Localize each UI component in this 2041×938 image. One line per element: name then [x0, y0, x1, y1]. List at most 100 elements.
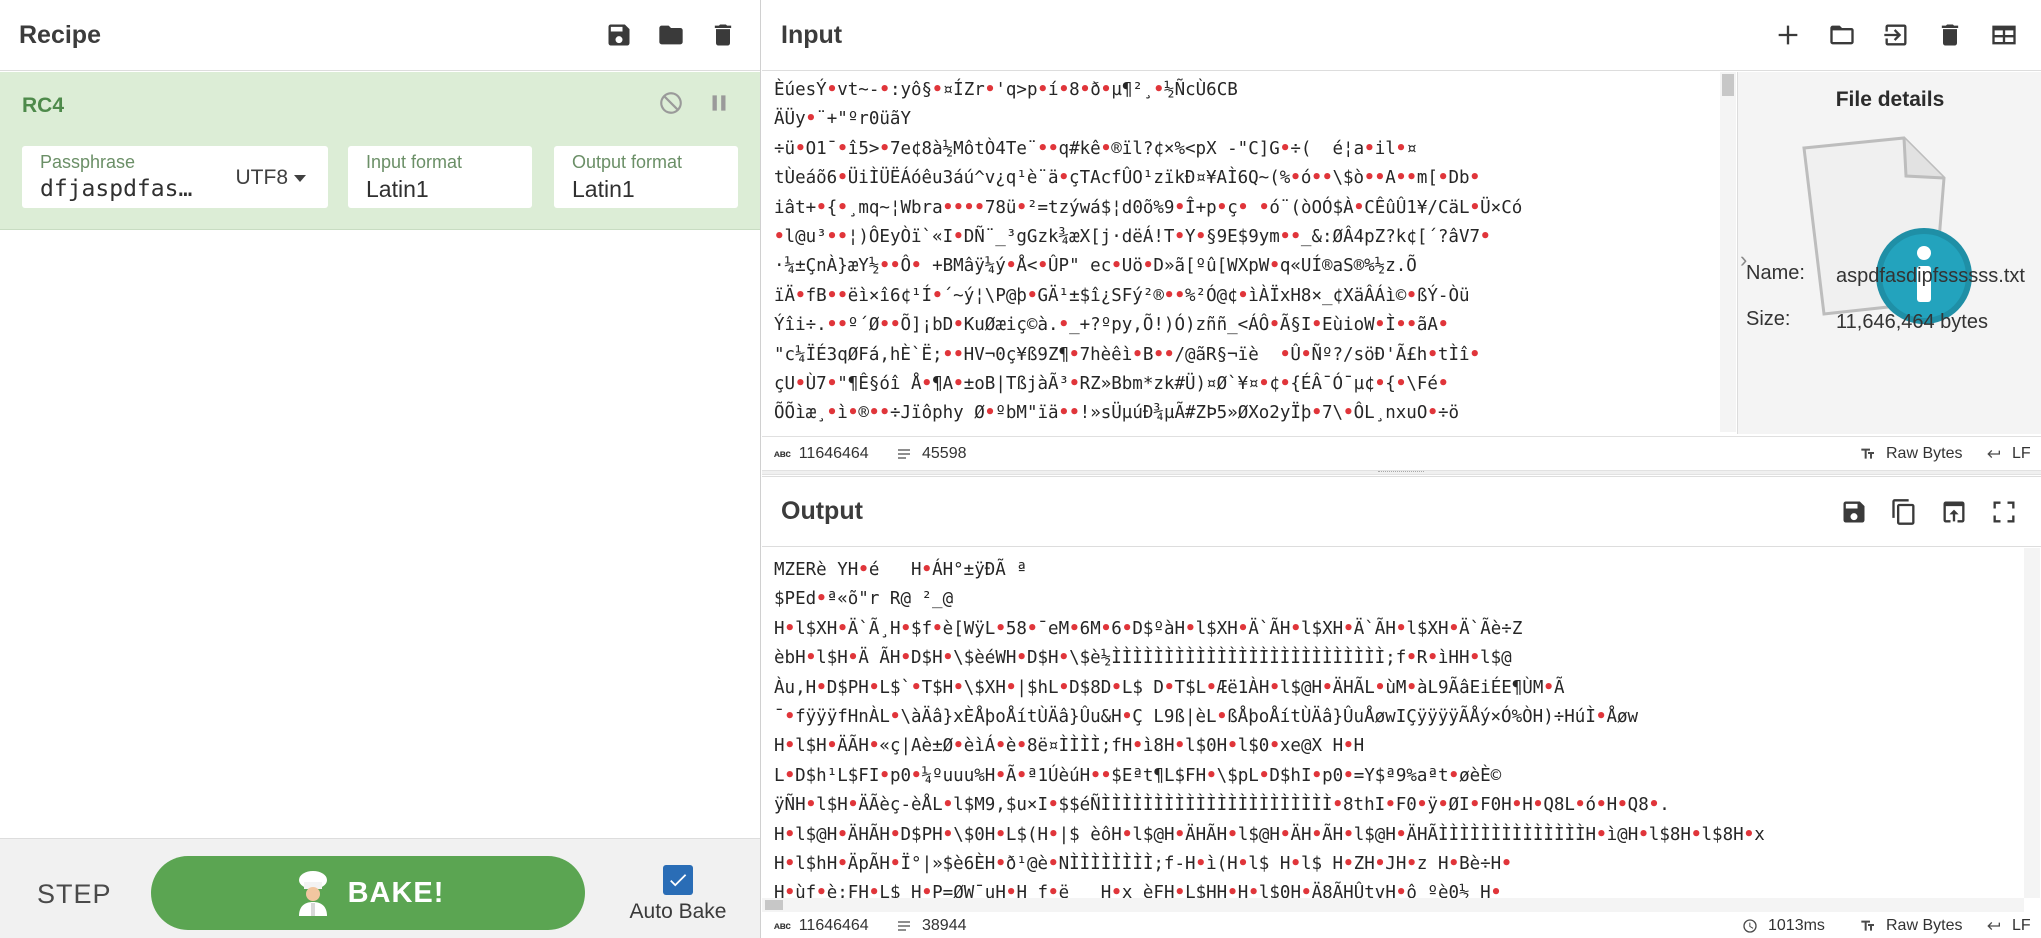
input-length-indicator: ᴀʙᴄ 11646464	[774, 445, 869, 463]
input-text-line: Ýîi÷.••º´Ø••Õ]¡bD•KuØæiç©à.•_+?ºpy,Õ!)Ó)…	[774, 315, 1449, 336]
input-length-value: 11646464	[798, 445, 869, 462]
length-icon: ᴀʙᴄ	[774, 920, 791, 932]
file-details-pane: › File details Name: aspdfasdipfssssss.t…	[1737, 72, 2041, 434]
file-name-value: aspdfasdipfssssss.txt	[1836, 265, 2025, 287]
save-output-icon[interactable]	[1839, 497, 1869, 527]
rc4-operation[interactable]: RC4 Passphrase dfjaspdfas… UTF8 Input fo…	[0, 72, 760, 230]
output-status-bar: ᴀʙᴄ 11646464 38944 1013ms Raw Bytes LF	[762, 913, 2041, 938]
input-text-line: iât+•{•¸mq~¦Wbra••••78ü•²=tzýwá$¦d0õ%9•Î…	[774, 197, 1523, 218]
input-panel: Input ÈúesÝ•vt~-•:yô§•¤ÍZr•'q>p•í•8•ð•µ¶…	[762, 0, 2041, 470]
passphrase-input[interactable]: dfjaspdfas…	[40, 176, 192, 202]
input-encoding-label: Raw Bytes	[1886, 445, 1963, 462]
file-info-icon	[1802, 136, 1972, 324]
text-format-icon	[1861, 448, 1874, 459]
operation-controls	[658, 90, 732, 121]
input-header: Input	[762, 0, 2041, 71]
input-text-line: "c¼ÏÉ3qØFá,hÈ`Ë;••HV¬0ç¥ß9Z¶•7hèêì•B••/@…	[774, 344, 1481, 365]
input-format-label: Input format	[366, 152, 463, 172]
output-encoding-label: Raw Bytes	[1886, 917, 1963, 934]
input-text-line: ÈúesÝ•vt~-•:yô§•¤ÍZr•'q>p•í•8•ð•µ¶²¸•½Ñc…	[774, 80, 1238, 100]
add-tab-plus-icon[interactable]	[1773, 20, 1803, 50]
resize-grip[interactable]	[1378, 471, 1424, 474]
disable-operation-icon[interactable]	[658, 90, 684, 121]
open-file-input-icon[interactable]	[1881, 20, 1911, 50]
output-textarea[interactable]: MZERè YH•é H•ÁH°±ÿÐÃ ª $PEd•ª«õ"r R@ ²_@ H…	[762, 548, 2021, 898]
copy-output-icon[interactable]	[1889, 497, 1919, 527]
return-arrow-icon	[1987, 922, 2000, 930]
output-format-select[interactable]: Latin1	[572, 176, 635, 203]
input-lines-indicator: 45598	[894, 445, 967, 463]
save-recipe-icon[interactable]	[604, 20, 634, 50]
output-text-line: L•D$h¹L$FI•p0•¼ºuuu%H•Ã•ª1ÚèúH••$Eªt¶L$F…	[774, 765, 1502, 786]
file-name-label: Name:	[1746, 262, 1805, 284]
output-panel: Output MZERè YH•é H•ÁH°±ÿÐÃ ª $PEd•ª«õ"r …	[762, 476, 2041, 938]
input-lines-value: 45598	[922, 445, 967, 462]
input-title: Input	[781, 20, 843, 49]
output-text-line: èbH•l$H•Ä ÃH•D$H•\$èéWH•D$H•\$è½ÌÌÌÌÌÌÌÌ…	[774, 648, 1512, 669]
load-recipe-folder-icon[interactable]	[656, 20, 686, 50]
output-text-line: H•ùf•è;FH•L$ H•P=ØW¯uH•H f•ë H•x èFH•L$H…	[774, 883, 1502, 898]
output-text-line: H•l$H•ÄÃH•«ç|Aè±Ø•èìÁ•è•8ë¤ÌÌÌÌ;fH•ì8H•l…	[774, 736, 1365, 757]
input-eol-label: LF	[2012, 445, 2031, 462]
output-format-field[interactable]: Output format Latin1	[554, 146, 738, 208]
output-length-indicator: ᴀʙᴄ 11646464	[774, 917, 869, 935]
auto-bake-checkbox[interactable]	[663, 865, 693, 895]
output-title: Output	[781, 497, 863, 525]
input-format-select[interactable]: Latin1	[366, 176, 429, 203]
input-text-line: •l@u³••¦)ÔEyÒï`«I•DÑ¨_³gGzk¾æX[j·dëÁ!T•Y…	[774, 227, 1491, 248]
passphrase-field[interactable]: Passphrase dfjaspdfas… UTF8	[22, 146, 328, 208]
input-textarea[interactable]: ÈúesÝ•vt~-•:yô§•¤ÍZr•'q>p•í•8•ð•µ¶²¸•½Ñc…	[762, 72, 1728, 432]
output-vertical-scrollbar[interactable]	[2024, 548, 2040, 898]
pause-breakpoint-icon[interactable]	[706, 90, 732, 121]
output-text-line: ¯•fÿÿÿfHnÀL•\àÄâ}xÈÅþoÅítÙÄâ}Ûu&H•Ç L9ß|…	[774, 707, 1639, 728]
output-length-value: 11646464	[798, 917, 869, 934]
output-encoding-button[interactable]: Raw Bytes	[1858, 917, 1962, 935]
input-scroll-thumb[interactable]	[1722, 74, 1734, 96]
clear-recipe-trash-icon[interactable]	[708, 20, 738, 50]
output-text-line: $PEd•ª«õ"r R@ ²_@	[774, 589, 954, 610]
input-scrollbar[interactable]	[1720, 72, 1736, 432]
replace-input-with-output-icon[interactable]	[1939, 497, 1969, 527]
checkmark-icon	[670, 874, 687, 887]
output-text-line: ÿÑH•l$H•ÄÃèç-èÅL•l$M9,$u×I•$$éÑÌÌÌÌÌÌÌÌÌ…	[774, 795, 1670, 816]
output-horizontal-scrollbar[interactable]	[762, 898, 2024, 912]
open-folder-icon[interactable]	[1827, 20, 1857, 50]
output-lines-indicator: 38944	[894, 917, 967, 935]
output-text-line: H•l$XH•Ä`Ã¸H•$f•è[WÿL•58•¯eM•6M•6•D$ºàH•…	[774, 618, 1523, 639]
clear-input-trash-icon[interactable]	[1935, 20, 1965, 50]
input-status-bar: ᴀʙᴄ 11646464 45598 Raw Bytes LF	[762, 436, 2041, 470]
recipe-toolbar	[604, 20, 760, 50]
file-size-label: Size:	[1746, 308, 1791, 330]
output-lines-value: 38944	[922, 917, 967, 934]
recipe-footer: STEP BAKE! Auto Bake	[0, 838, 760, 938]
lines-icon	[898, 449, 910, 459]
input-format-field[interactable]: Input format Latin1	[348, 146, 532, 208]
output-eol-label: LF	[2012, 917, 2031, 934]
output-text-line: MZERè YH•é H•ÁH°±ÿÐÃ ª	[774, 560, 1027, 580]
panel-resize-handle[interactable]	[762, 470, 2041, 475]
auto-bake-label: Auto Bake	[629, 900, 727, 923]
input-encoding-button[interactable]: Raw Bytes	[1858, 445, 1962, 463]
input-text-line: ïÄ•fB••ëì×î6¢¹Í•´~ý¦\P@þ•GÄ¹±$î¿SFý²®••%…	[774, 285, 1470, 306]
input-text-line: ÕÕìæ¸•ì•®••÷Jïôphy Ø•ºbM"ïä••!»sÜµúÐ¾µÃ#…	[774, 403, 1460, 424]
input-text-line: tÙeáõ6•ÜiÌÜËÁóêu3áú^v¿q¹è¨ä•çTAcfÛO¹zïkÐ…	[774, 168, 1481, 189]
output-eol-button[interactable]: LF	[1984, 917, 2031, 935]
bake-label: BAKE!	[347, 876, 445, 909]
output-scroll-thumb[interactable]	[765, 900, 783, 910]
return-arrow-icon	[1987, 450, 2000, 458]
step-button[interactable]: STEP	[37, 879, 112, 910]
output-text-line: H•l$@H•ÄHÃH•D$PH•\$0H•L$(H•|$ èôH•l$@H•Ä…	[774, 824, 1765, 845]
output-header: Output	[762, 476, 2041, 547]
auto-bake-toggle[interactable]: Auto Bake	[628, 865, 728, 924]
cyberchef-app: Recipe RC4 Passphrase dfjaspdfas… UTF8 I…	[0, 0, 2041, 938]
reset-layout-icon[interactable]	[1989, 20, 2019, 50]
output-text-line: H•l$hH•ÄpÃH•Ï°|»$è6ÈH•ð¹@è•NÌÌÌÌÌÌÌÌ;f-H…	[774, 854, 1512, 875]
input-text-line: çU•Ù7•"¶Ê§óî Å•¶A•±oB|TßjàÃ³•RZ»Bbm*zk#Ü…	[774, 374, 1449, 395]
file-size-value: 11,646,464 bytes	[1836, 311, 1988, 333]
maximise-output-icon[interactable]	[1989, 497, 2019, 527]
length-icon: ᴀʙᴄ	[774, 448, 791, 460]
recipe-panel: Recipe RC4 Passphrase dfjaspdfas… UTF8 I…	[0, 0, 761, 938]
bake-button[interactable]: BAKE!	[151, 856, 585, 930]
passphrase-encoding-dropdown[interactable]: UTF8	[236, 166, 307, 190]
input-eol-button[interactable]: LF	[1984, 445, 2031, 463]
